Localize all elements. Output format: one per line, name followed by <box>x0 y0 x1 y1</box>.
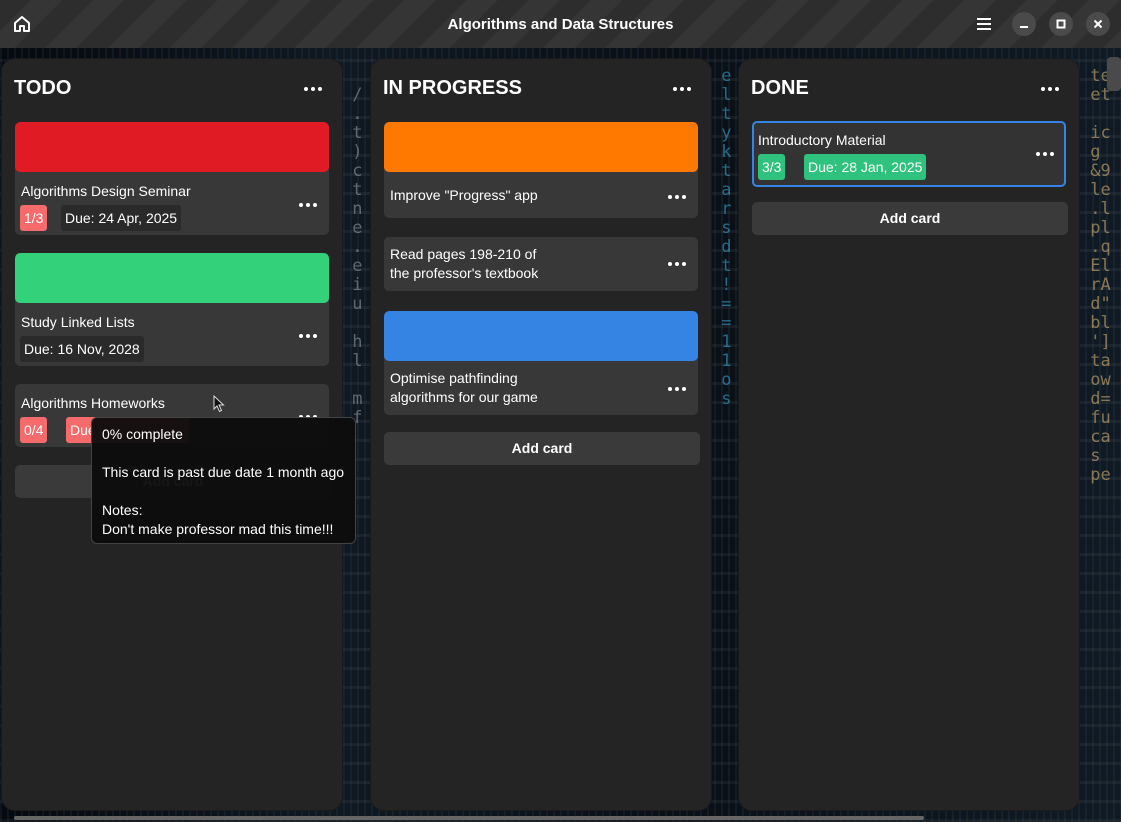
card[interactable]: Algorithms Design Seminar 1/3 Due: 24 Ap… <box>15 122 329 235</box>
card-title: Algorithms Homeworks <box>21 395 165 411</box>
maximize-icon <box>1056 19 1066 29</box>
card-title: Improve "Progress" app <box>390 187 538 203</box>
column-menu-button[interactable] <box>671 79 693 99</box>
maximize-button[interactable] <box>1049 12 1073 36</box>
close-button[interactable] <box>1086 12 1110 36</box>
card-title: Study Linked Lists <box>21 314 135 330</box>
minimize-icon <box>1020 26 1028 28</box>
wallpaper-code-strip: te et ic g &9 le .l pl .q El rA d" bl ']… <box>1080 66 1111 485</box>
card-title-line: Optimise pathfinding <box>390 370 518 386</box>
card-menu-button[interactable] <box>666 187 688 207</box>
partial-column-edge <box>1107 57 1121 91</box>
progress-badge: 0/4 <box>20 417 48 443</box>
card-menu-button[interactable] <box>297 195 319 215</box>
card-menu-button[interactable] <box>297 326 319 346</box>
horizontal-scrollbar[interactable] <box>14 816 924 820</box>
more-icon <box>1034 144 1056 164</box>
card[interactable]: Improve "Progress" app <box>384 122 698 218</box>
more-icon <box>297 326 319 346</box>
tooltip-due-status: This card is past due date 1 month ago <box>102 464 345 480</box>
close-icon <box>1093 19 1103 29</box>
card[interactable]: Introductory Material 3/3 Due: 28 Jan, 2… <box>752 121 1066 187</box>
card-title: Introductory Material <box>758 132 886 148</box>
card-title-line: Read pages 198-210 of <box>390 246 537 262</box>
tooltip-notes: Don't make professor mad this time!!! <box>102 521 334 537</box>
hamburger-menu-icon <box>977 18 991 30</box>
card-title: Read pages 198-210 of the professor's te… <box>390 245 538 283</box>
home-icon <box>14 16 30 32</box>
due-date-badge: Due: 28 Jan, 2025 <box>804 154 927 180</box>
more-icon <box>297 195 319 215</box>
progress-badge: 1/3 <box>20 205 48 231</box>
home-button[interactable] <box>10 12 34 36</box>
main-menu-button[interactable] <box>972 12 996 36</box>
due-date-badge: Due: 16 Nov, 2028 <box>20 336 144 362</box>
card-color-banner <box>15 122 329 172</box>
more-icon <box>1039 79 1061 99</box>
column-menu-button[interactable] <box>1039 79 1061 99</box>
more-icon <box>666 187 688 207</box>
column-done: DONE Introductory Material 3/3 Due: 28 J… <box>738 58 1080 811</box>
card-tooltip: 0% complete This card is past due date 1… <box>91 417 356 544</box>
tooltip-notes-label: Notes: <box>102 502 143 518</box>
due-date-badge: Due: 24 Apr, 2025 <box>61 205 182 231</box>
more-icon <box>671 79 693 99</box>
minimize-button[interactable] <box>1012 12 1036 36</box>
card[interactable]: Study Linked Lists Due: 16 Nov, 2028 <box>15 253 329 366</box>
card-title: Optimise pathfinding algorithms for our … <box>390 369 538 407</box>
card-title-line: the professor's textbook <box>390 265 539 281</box>
column-menu-button[interactable] <box>302 79 324 99</box>
column-title: TODO <box>14 77 72 99</box>
card-title: Algorithms Design Seminar <box>21 183 191 199</box>
more-icon <box>666 379 688 399</box>
card-menu-button[interactable] <box>1034 144 1056 164</box>
more-icon <box>666 254 688 274</box>
column-title: DONE <box>751 77 809 99</box>
window-title: Algorithms and Data Structures <box>447 15 674 33</box>
wallpaper-code-strip: e l t y k t a r s d t ! = = 1 1 o s <box>711 66 732 409</box>
column-in-progress: IN PROGRESS Improve "Progress" app Read … <box>370 58 712 811</box>
header-bar: Algorithms and Data Structures <box>0 0 1121 48</box>
card-menu-button[interactable] <box>666 379 688 399</box>
add-card-button[interactable]: Add card <box>384 432 700 465</box>
column-title: IN PROGRESS <box>383 77 522 99</box>
card[interactable]: Read pages 198-210 of the professor's te… <box>384 237 698 291</box>
progress-badge: 3/3 <box>758 154 786 180</box>
more-icon <box>302 79 324 99</box>
tooltip-progress: 0% complete <box>102 426 183 442</box>
card-color-banner <box>384 311 698 361</box>
card-menu-button[interactable] <box>666 254 688 274</box>
card-color-banner <box>15 253 329 303</box>
card[interactable]: Optimise pathfinding algorithms for our … <box>384 311 698 415</box>
mouse-cursor-icon <box>213 395 225 413</box>
add-card-button[interactable]: Add card <box>752 202 1068 235</box>
card-color-banner <box>384 122 698 172</box>
card-title-line: algorithms for our game <box>390 389 538 405</box>
